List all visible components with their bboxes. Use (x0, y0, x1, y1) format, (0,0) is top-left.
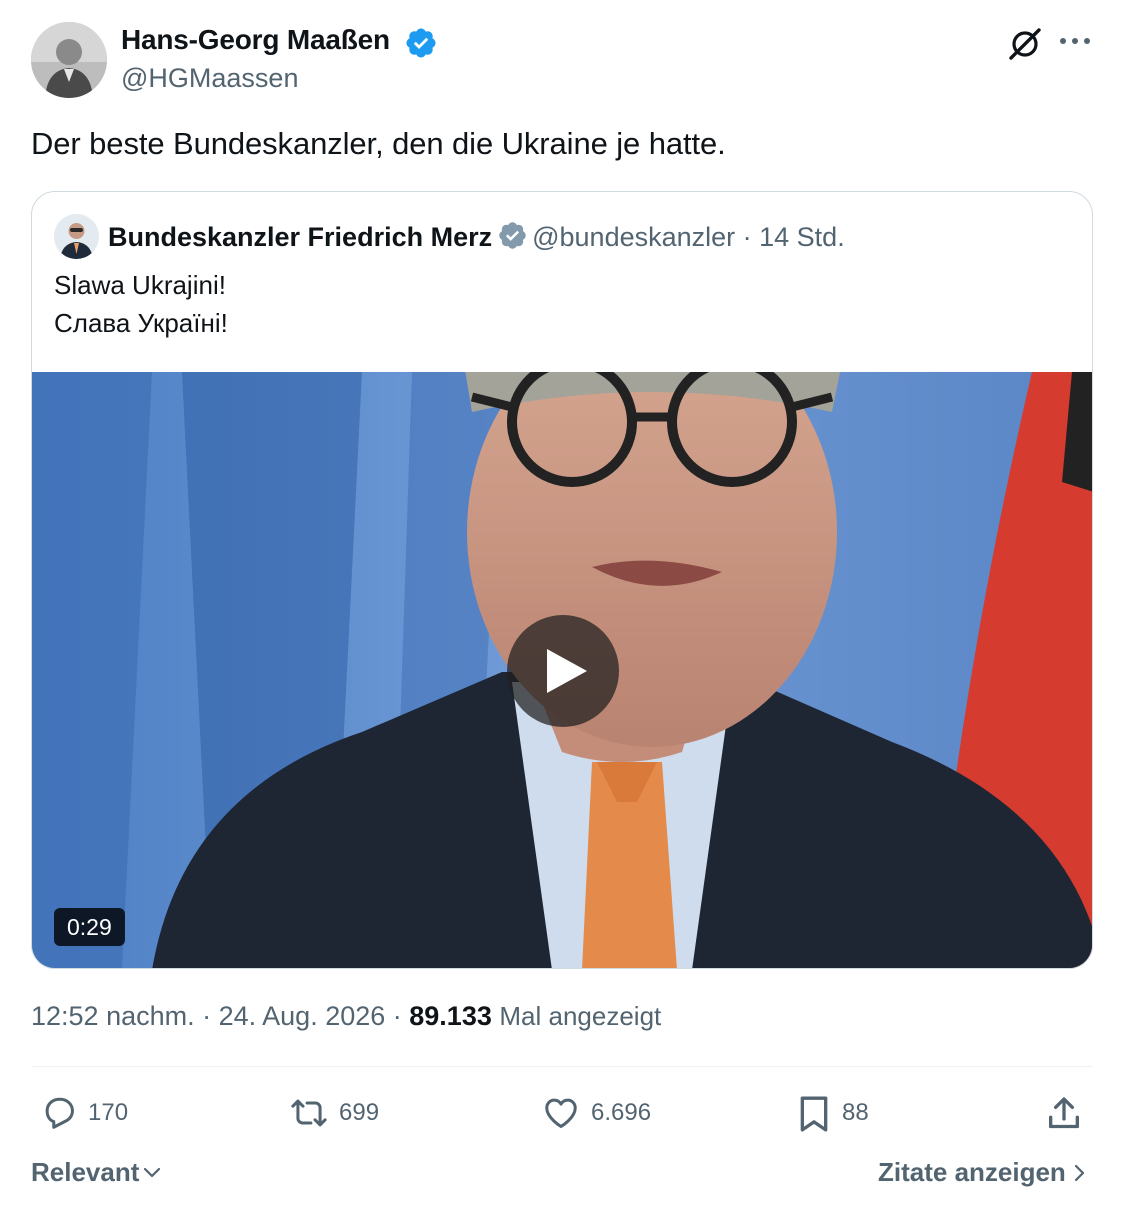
chevron-down-icon (144, 1167, 161, 1178)
post-time[interactable]: 12:52 nachm. (31, 1001, 195, 1031)
meta-separator: · (385, 1001, 410, 1031)
repost-count: 699 (339, 1099, 380, 1126)
play-icon (547, 649, 587, 693)
reply-icon (45, 1097, 74, 1129)
like-icon (545, 1098, 577, 1128)
quoted-time[interactable]: 14 Std. (759, 222, 845, 252)
share-icon (1049, 1097, 1079, 1129)
more-icon[interactable] (1058, 28, 1092, 54)
author-name[interactable]: Hans-Georg Maaßen (121, 24, 390, 56)
meta-separator: · (194, 1001, 219, 1031)
views-label: Mal angezeigt (499, 1001, 662, 1031)
play-button[interactable] (507, 615, 619, 727)
chevron-right-icon (1074, 1164, 1084, 1182)
sort-label: Relevant (31, 1157, 140, 1187)
bookmark-count: 88 (842, 1099, 869, 1126)
quoted-author-handle[interactable]: @bundeskanzler (532, 222, 735, 252)
like-count: 6.696 (591, 1099, 652, 1126)
quotes-label: Zitate anzeigen (878, 1157, 1066, 1187)
post-text: Der beste Bundeskanzler, den die Ukraine… (31, 126, 726, 161)
quoted-text-line: Slawa Ukrajini! (54, 270, 226, 300)
verified-badge-icon (499, 222, 526, 249)
verified-badge-icon (406, 28, 436, 58)
author-avatar[interactable] (31, 22, 107, 98)
quoted-author-name[interactable]: Bundeskanzler Friedrich Merz (108, 222, 492, 252)
quoted-text-line: Слава Україні! (54, 308, 228, 338)
show-quotes-link[interactable]: Zitate anzeigen (878, 1157, 1088, 1188)
sort-selector[interactable]: Relevant (31, 1157, 163, 1188)
author-handle[interactable]: @HGMaassen (121, 63, 298, 94)
bookmark-icon (800, 1096, 828, 1132)
video-duration: 0:29 (54, 908, 125, 946)
quoted-author-avatar[interactable] (54, 214, 99, 259)
quoted-header: Bundeskanzler Friedrich Merz @bundeskanz… (108, 220, 845, 253)
divider (31, 1066, 1093, 1067)
quoted-separator: · (735, 222, 760, 252)
repost-icon (291, 1099, 327, 1127)
views-count: 89.133 (409, 1001, 492, 1031)
post-meta: 12:52 nachm. · 24. Aug. 2026 · 89.133 Ma… (31, 1001, 661, 1032)
reply-count: 170 (88, 1099, 129, 1126)
quoted-post[interactable]: Bundeskanzler Friedrich Merz @bundeskanz… (31, 191, 1093, 969)
grok-icon[interactable] (1005, 24, 1045, 64)
post-detail: Hans-Georg Maaßen @HGMaassen Der beste B… (0, 0, 1123, 1211)
post-date[interactable]: 24. Aug. 2026 (219, 1001, 386, 1031)
video-player[interactable]: 0:29 (32, 372, 1092, 968)
